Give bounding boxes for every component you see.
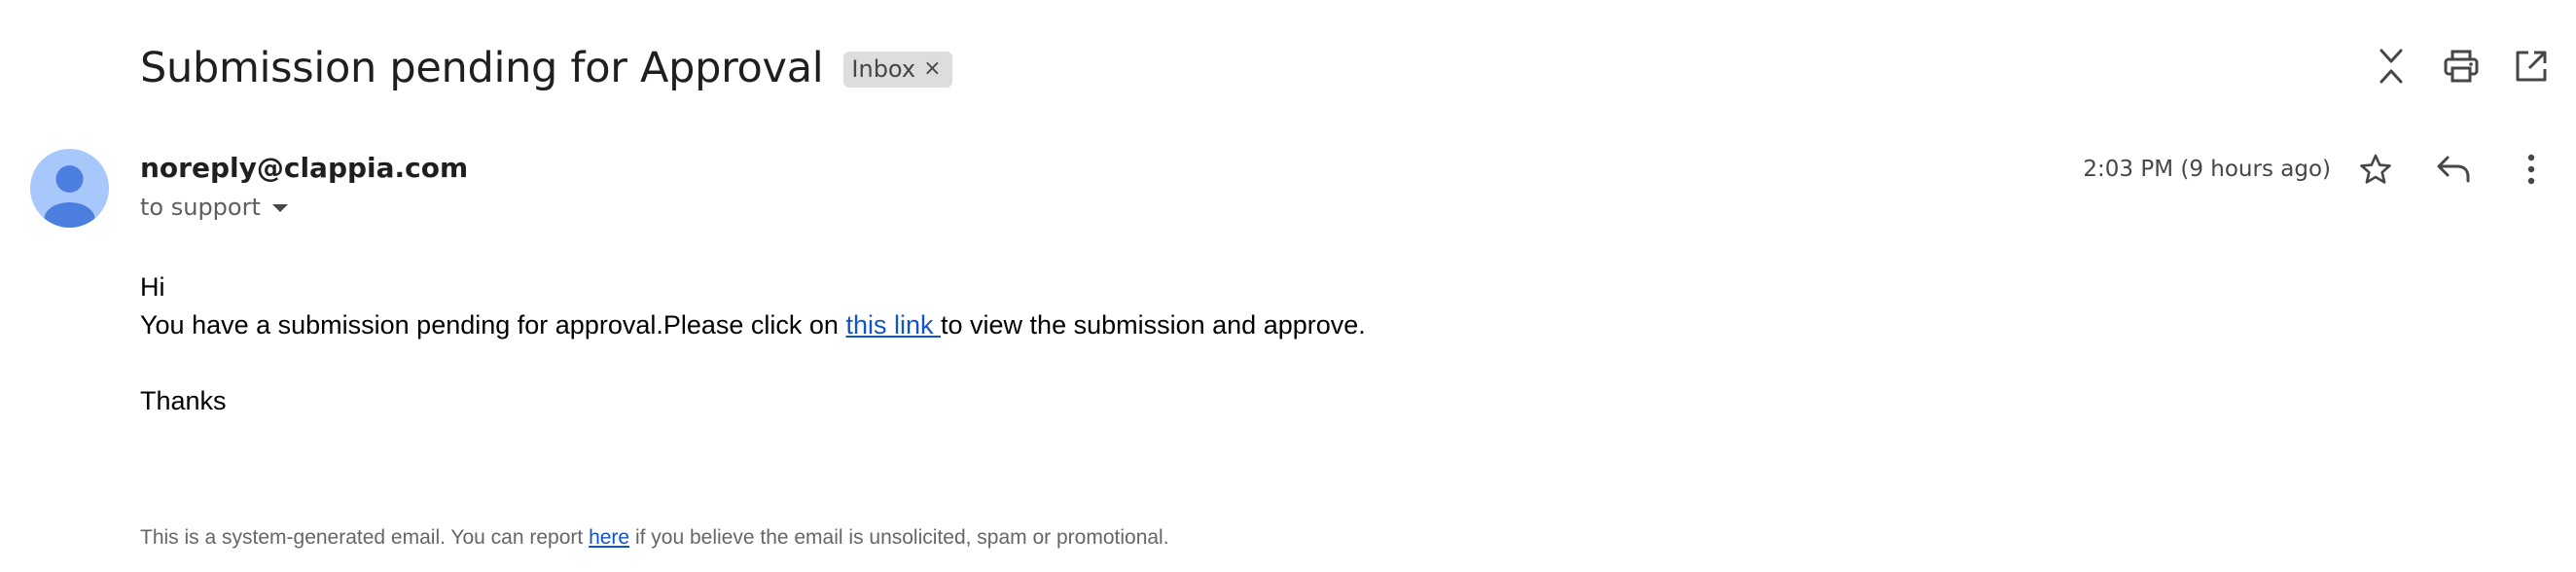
sender-avatar[interactable] — [30, 149, 109, 228]
body-line-1: You have a submission pending for approv… — [140, 306, 1366, 344]
sender-email[interactable]: noreply@clappia.com — [140, 149, 468, 188]
message-actions — [2354, 148, 2553, 191]
star-icon — [2360, 154, 2391, 184]
print-button[interactable] — [2440, 45, 2483, 88]
collapse-all-icon — [2379, 49, 2403, 84]
more-options-button[interactable] — [2510, 148, 2553, 191]
remove-label-icon[interactable]: × — [923, 58, 941, 80]
footer-text-before: This is a system-generated email. You ca… — [140, 526, 590, 549]
print-icon — [2444, 50, 2479, 83]
email-body: Hi You have a submission pending for app… — [140, 268, 1366, 420]
message-meta: 2:03 PM (9 hours ago) — [2083, 148, 2553, 191]
reply-button[interactable] — [2432, 148, 2475, 191]
open-in-new-window-icon — [2516, 51, 2547, 82]
label-chip-text: Inbox — [851, 55, 916, 83]
body-line-1-after: to view the submission and approve. — [941, 310, 1366, 340]
footer-text-after: if you believe the email is unsolicited,… — [629, 526, 1169, 549]
recipient-text: to support — [140, 194, 261, 221]
collapse-all-button[interactable] — [2370, 45, 2413, 88]
message-timestamp: 2:03 PM (9 hours ago) — [2083, 157, 2331, 182]
reply-icon — [2437, 156, 2470, 183]
footer-note: This is a system-generated email. You ca… — [140, 526, 1169, 550]
body-line-1-before: You have a submission pending for approv… — [140, 310, 846, 340]
report-link[interactable]: here — [589, 526, 629, 549]
body-greeting: Hi — [140, 272, 165, 302]
thread-actions — [2370, 45, 2553, 88]
sender-block: noreply@clappia.com to support — [140, 149, 468, 223]
show-details-caret-icon[interactable] — [271, 204, 288, 212]
recipient-row: to support — [140, 192, 468, 223]
default-avatar-icon — [44, 165, 95, 228]
inbox-label-chip[interactable]: Inbox × — [843, 51, 952, 88]
email-subject: Submission pending for Approval — [140, 44, 824, 92]
star-button[interactable] — [2354, 148, 2397, 191]
body-closing: Thanks — [140, 386, 227, 415]
open-in-new-window-button[interactable] — [2510, 45, 2553, 88]
more-vert-icon — [2527, 154, 2535, 185]
submission-link[interactable]: this link — [845, 310, 941, 340]
subject-row: Submission pending for Approval Inbox × — [140, 37, 952, 99]
